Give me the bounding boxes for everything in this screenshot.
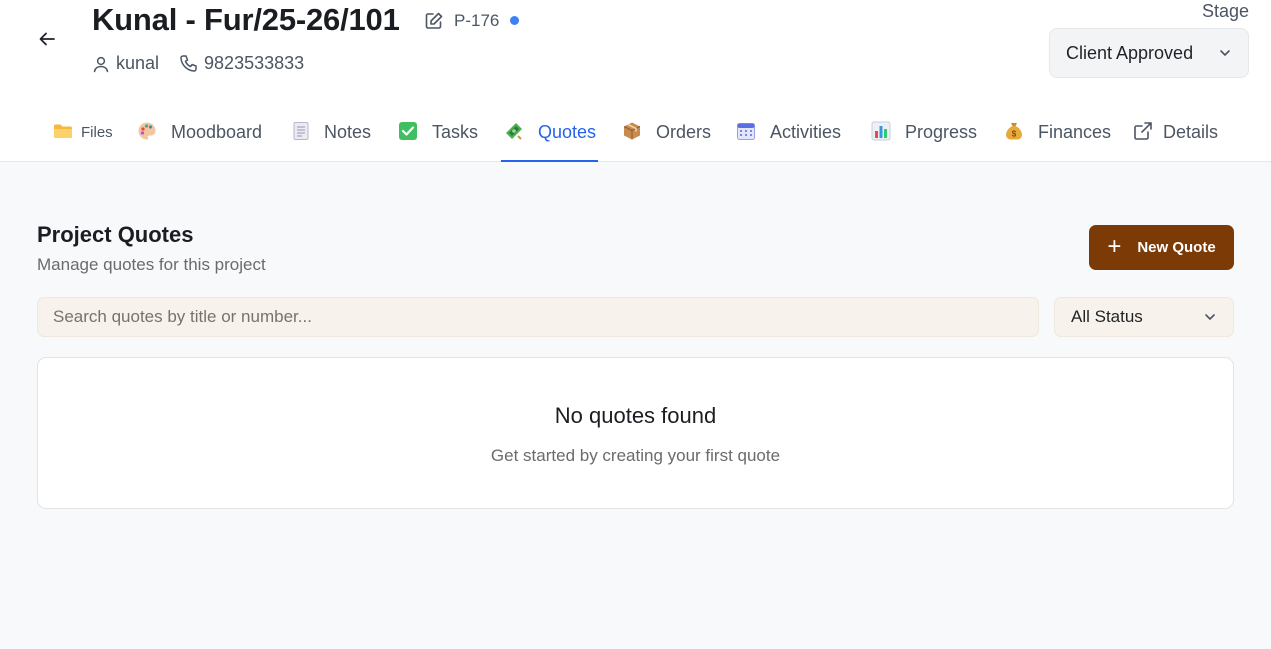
user-icon [93, 56, 109, 72]
tab-files[interactable]: Files [53, 104, 113, 161]
plus-icon: + [1107, 232, 1122, 260]
tab-label: Moodboard [171, 122, 263, 142]
project-code: P-176 [454, 11, 500, 30]
tab-details[interactable]: Details [1133, 104, 1218, 161]
tab-label: Quotes [538, 122, 597, 142]
tab-quotes[interactable]: Quotes [501, 104, 598, 162]
stage-value: Client Approved [1066, 42, 1194, 63]
tab-label: Tasks [432, 122, 479, 142]
empty-state-subtitle: Get started by creating your first quote [490, 446, 781, 465]
tab-notes[interactable]: Notes [292, 104, 371, 161]
client-name: kunal [92, 53, 159, 74]
tab-activities[interactable]: Activities [736, 104, 841, 161]
chevron-down-icon [1220, 50, 1230, 56]
search-input[interactable] [37, 297, 1039, 337]
tab-label: Progress [905, 122, 978, 142]
back-arrow-icon[interactable] [36, 28, 58, 50]
tab-label: Activities [770, 122, 842, 142]
page-title: Kunal - Fur/25-26/101 [92, 2, 400, 37]
stage-label: Stage [1201, 1, 1249, 21]
tab-orders[interactable]: Orders [622, 104, 711, 161]
tab-label: Orders [656, 122, 712, 142]
tab-progress[interactable]: Progress [871, 104, 977, 161]
chevron-down-icon [1205, 314, 1215, 320]
money-icon [504, 121, 524, 144]
status-filter-select[interactable]: All Status [1054, 297, 1234, 337]
new-quote-button[interactable]: + New Quote [1089, 225, 1234, 270]
bar-chart-icon [871, 121, 891, 144]
new-quote-label: New Quote [1137, 239, 1216, 256]
money-bag-icon: $ [1004, 121, 1024, 144]
project-header: Kunal - Fur/25-26/101 P-176 kunal 982353… [0, 0, 1271, 162]
palette-icon [137, 121, 157, 144]
phone-icon [180, 55, 197, 72]
client-name-text: kunal [116, 53, 160, 73]
empty-state-title: No quotes found [554, 403, 717, 428]
external-link-icon [1133, 121, 1153, 144]
tab-label: Finances [1038, 122, 1112, 142]
status-filter-value: All Status [1071, 307, 1143, 326]
tab-tasks[interactable]: Tasks [398, 104, 478, 161]
section-title: Project Quotes [37, 222, 194, 247]
svg-text:$: $ [1012, 130, 1017, 139]
check-box-icon [398, 121, 418, 144]
notepad-icon [292, 121, 310, 144]
empty-state-card: No quotes found Get started by creating … [37, 357, 1234, 509]
stage-select[interactable]: Client Approved [1049, 28, 1249, 78]
client-phone-text: 9823533833 [204, 53, 305, 73]
status-dot [510, 16, 519, 25]
client-meta: kunal 9823533833 [92, 53, 324, 74]
tab-label: Notes [324, 122, 372, 142]
client-phone: 9823533833 [179, 53, 304, 74]
tab-label: Files [81, 124, 113, 141]
tab-label: Details [1163, 122, 1219, 142]
package-icon [622, 121, 642, 144]
edit-icon[interactable] [424, 11, 444, 31]
section-subtitle: Manage quotes for this project [37, 255, 266, 274]
folder-icon [53, 123, 73, 142]
calendar-icon [736, 121, 756, 144]
tab-moodboard[interactable]: Moodboard [137, 104, 262, 161]
tab-finances[interactable]: $ Finances [1004, 104, 1111, 161]
